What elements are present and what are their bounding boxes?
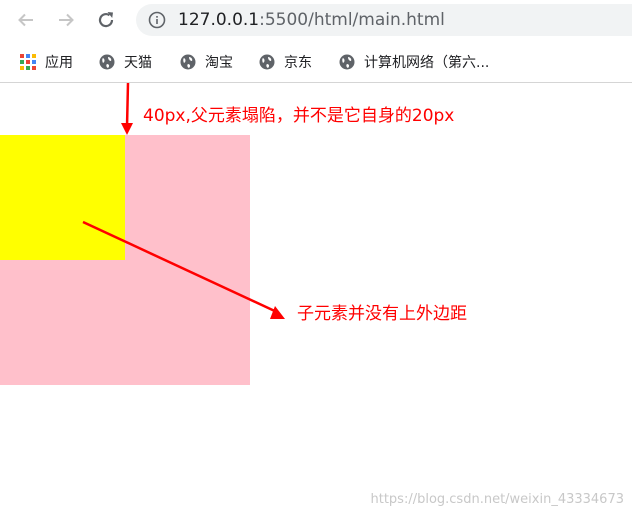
back-button[interactable] [14,8,38,32]
watermark: https://blog.csdn.net/weixin_43334673 [370,492,624,507]
forward-button[interactable] [54,8,78,32]
url-path: :5500/html/main.html [259,10,445,30]
page-content: 40px,父元素塌陷，并不是它自身的20px 子元素并没有上外边距 https:… [0,83,632,517]
bookmark-label: 计算机网络（第六... [364,55,490,71]
annotation-arrows [82,83,285,319]
bookmark-taobao[interactable]: 淘宝 [180,52,233,72]
globe-icon [99,54,115,70]
arrow-right-icon [59,13,74,27]
reload-button[interactable] [94,8,118,32]
bookmark-apps[interactable]: 应用 [20,52,73,72]
arrow-left-icon [18,13,33,27]
bookmark-label: 天猫 [124,55,152,71]
url-host: 127.0.0.1 [178,10,260,30]
info-icon[interactable] [148,11,166,29]
apps-grid-icon [20,54,36,70]
arrow-diagonal-icon [82,220,285,319]
globe-icon [180,54,196,70]
reload-icon [98,12,114,28]
globe-icon [259,54,275,70]
bookmark-tmall[interactable]: 天猫 [99,52,152,72]
address-bar[interactable]: 127.0.0.1:5500/html/main.html [136,4,632,36]
url-text[interactable]: 127.0.0.1:5500/html/main.html [178,10,445,30]
bookmark-computer-network[interactable]: 计算机网络（第六... [339,52,489,72]
arrow-down-icon [121,83,133,135]
browser-toolbar: 127.0.0.1:5500/html/main.html [0,0,632,40]
bookmark-label: 京东 [284,55,312,71]
bookmark-label: 淘宝 [205,55,233,71]
bookmarks-bar: 应用 天猫 淘宝 京东 计算机网络（第六... [0,40,632,83]
bookmark-label: 应用 [45,55,73,71]
globe-icon [339,54,355,70]
bookmark-jd[interactable]: 京东 [259,52,312,72]
